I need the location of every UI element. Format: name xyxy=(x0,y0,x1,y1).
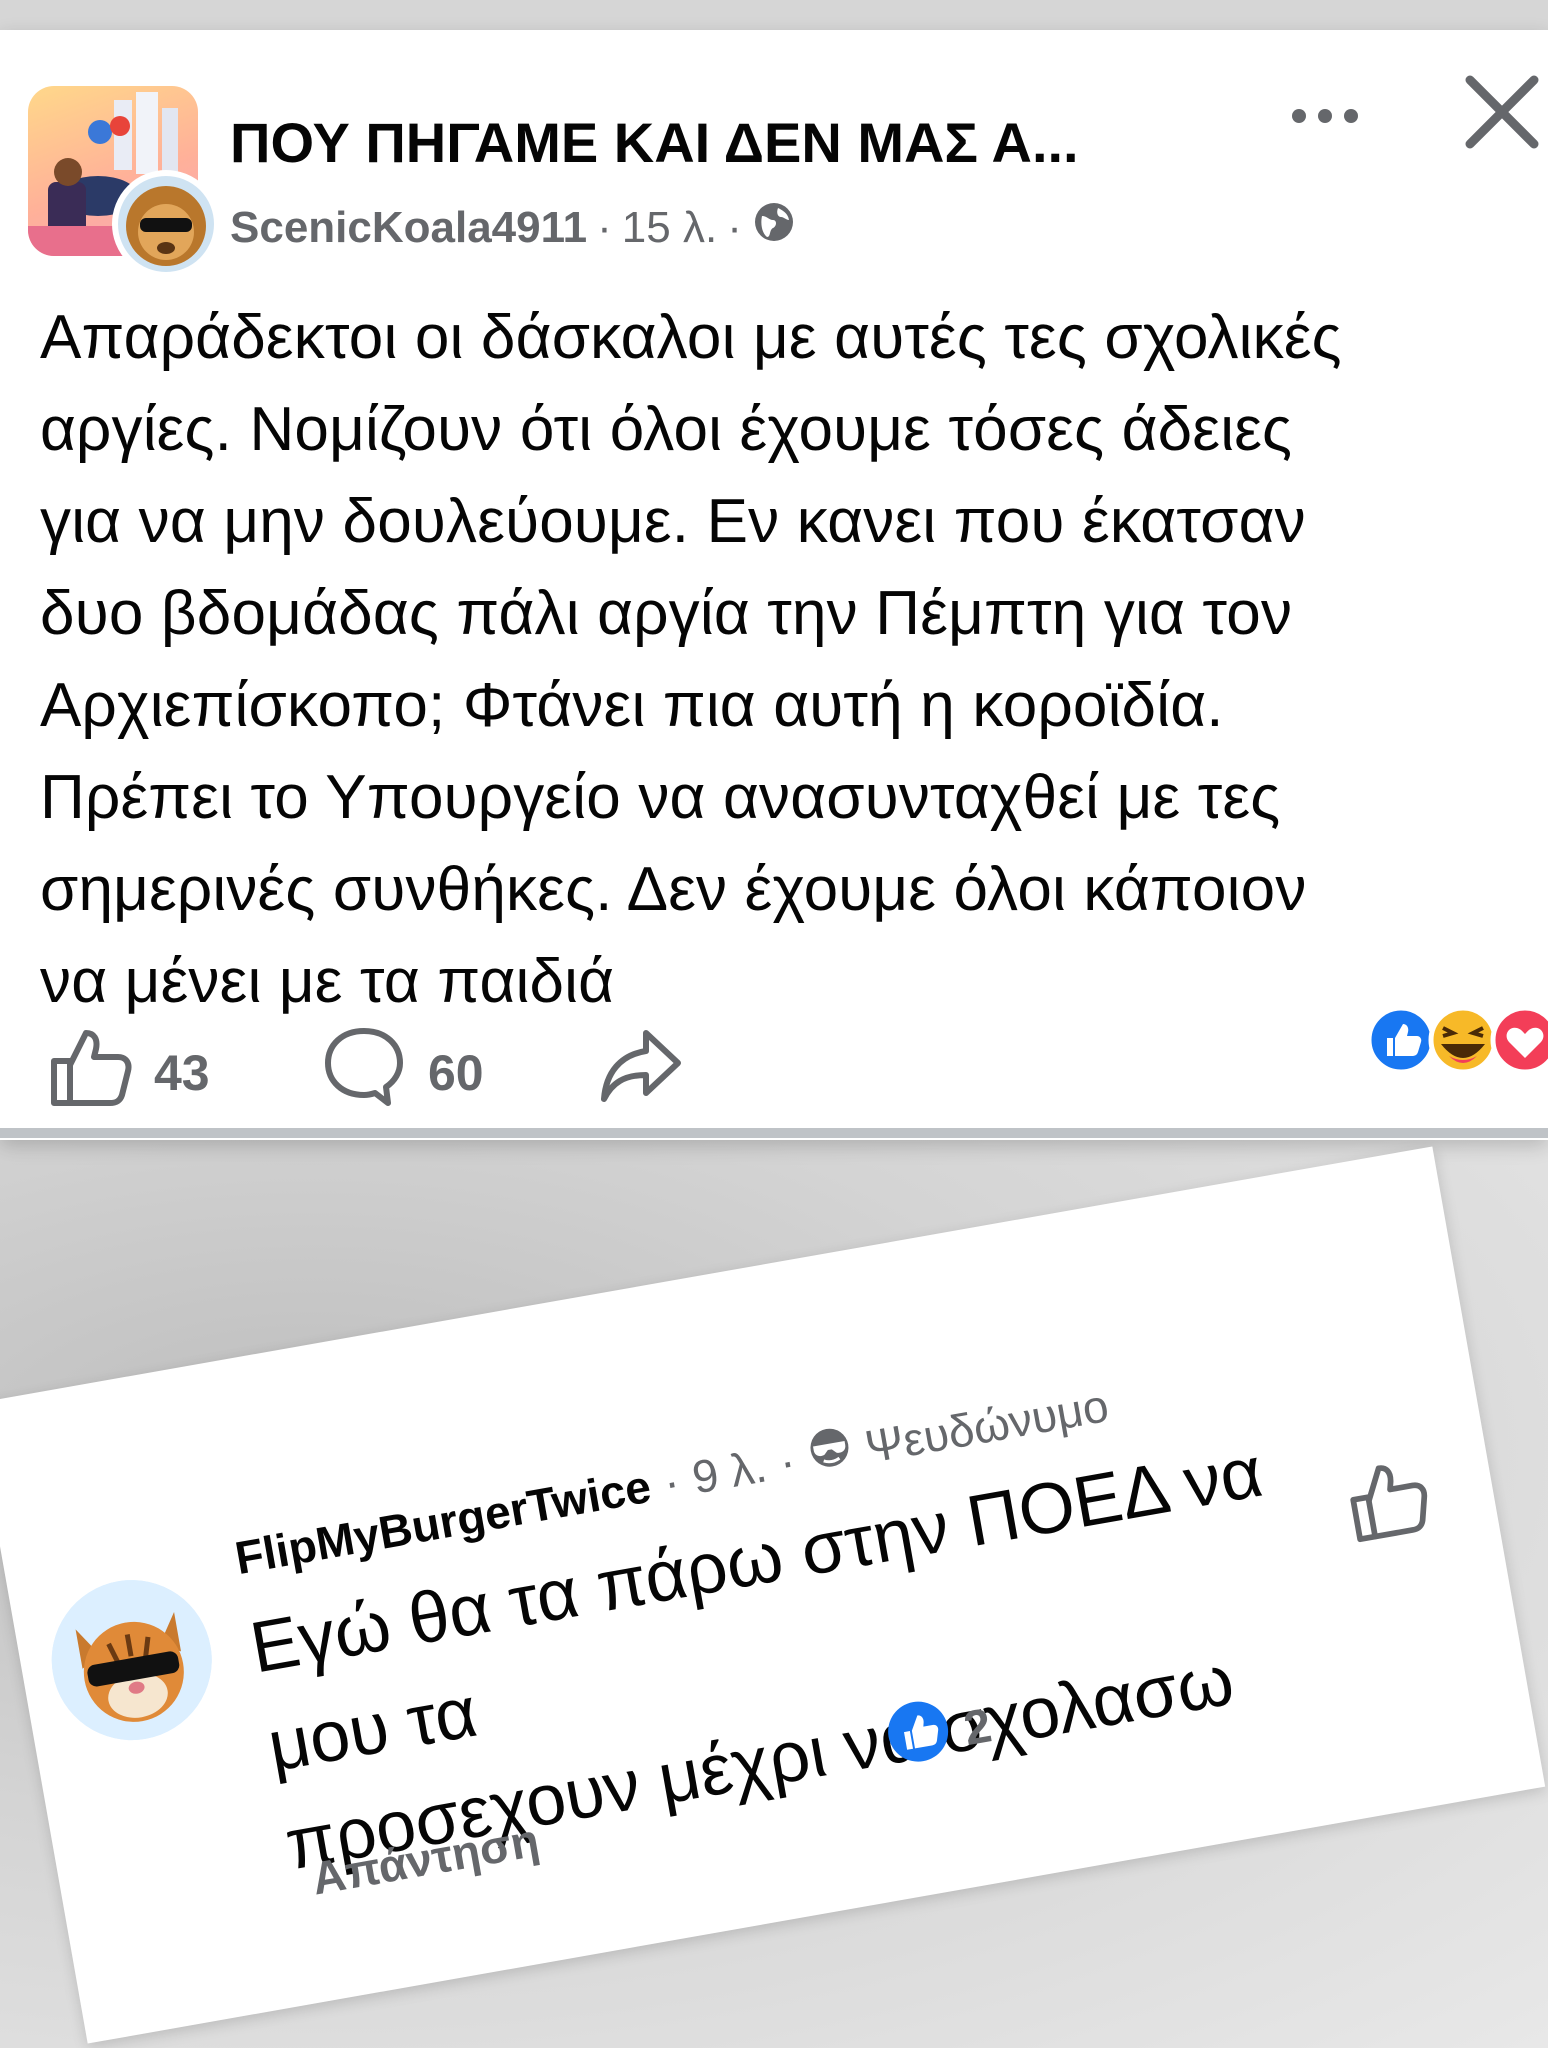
comment-like-button[interactable] xyxy=(1342,1453,1435,1546)
commenter-avatar[interactable] xyxy=(39,1567,225,1753)
post-time[interactable]: 15 λ. xyxy=(622,203,717,253)
group-title[interactable]: ΠΟΥ ΠΗΓΑΜΕ ΚΑΙ ΔΕΝ ΜΑΣ Α... xyxy=(230,110,1210,175)
post-body-line: σημερινές συνθήκες. Δεν έχουμε όλοι κάπο… xyxy=(40,855,1307,924)
love-reaction-icon xyxy=(1490,1005,1548,1075)
post-author[interactable]: ScenicKoala4911 xyxy=(230,203,587,253)
share-icon xyxy=(598,1025,682,1121)
post-body-line: Απαράδεκτοι οι δάσκαλοι με αυτές τες σχο… xyxy=(40,303,1342,372)
post-body: Απαράδεκτοι οι δάσκαλοι με αυτές τες σχο… xyxy=(40,292,1530,1028)
meta-separator: · xyxy=(727,202,742,252)
comment-count: 60 xyxy=(428,1045,484,1101)
meta-separator: · xyxy=(659,1454,684,1509)
like-button[interactable]: 43 xyxy=(48,1025,210,1121)
user-avatar[interactable] xyxy=(112,170,220,278)
comment-time[interactable]: 9 λ. xyxy=(688,1438,770,1504)
post-body-line: να μένει με τα παιδιά xyxy=(40,947,615,1016)
post-body-line: για να μην δουλεύουμε. Εν κανει που έκατ… xyxy=(40,487,1306,556)
like-count: 43 xyxy=(154,1045,210,1101)
meta-separator: · xyxy=(775,1433,800,1488)
post-meta: ScenicKoala4911 · 15 λ. · xyxy=(230,200,796,255)
meta-separator: · xyxy=(597,202,612,252)
more-options-button[interactable] xyxy=(1275,86,1375,146)
like-reaction-icon xyxy=(881,1695,957,1781)
post-body-line: Πρέπει το Υπουργείο να ανασυνταχθεί με τ… xyxy=(40,763,1281,832)
haha-reaction-icon xyxy=(1428,1005,1498,1075)
globe-icon xyxy=(752,200,796,255)
post-body-line: δυο βδομάδας πάλι αργία την Πέμπτη για τ… xyxy=(40,579,1293,648)
comment-button[interactable]: 60 xyxy=(322,1025,484,1121)
thumbs-up-icon xyxy=(48,1025,132,1121)
comment-icon xyxy=(322,1025,406,1121)
post-body-line: αργίες. Νομίζουν ότι όλοι έχουμε τόσες ά… xyxy=(40,395,1293,464)
reaction-summary[interactable] xyxy=(1365,1000,1548,1080)
post-card: ΠΟΥ ΠΗΓΑΜΕ ΚΑΙ ΔΕΝ ΜΑΣ Α... ScenicKoala4… xyxy=(0,30,1548,1140)
like-reaction-icon xyxy=(1366,1005,1436,1075)
post-body-line: Αρχιεπίσκοπο; Φτάνει πια αυτή η κοροϊδία… xyxy=(40,671,1224,740)
sunglasses-icon xyxy=(804,1422,857,1484)
divider xyxy=(0,1128,1548,1138)
share-button[interactable] xyxy=(598,1025,682,1121)
close-icon[interactable] xyxy=(1462,72,1542,152)
